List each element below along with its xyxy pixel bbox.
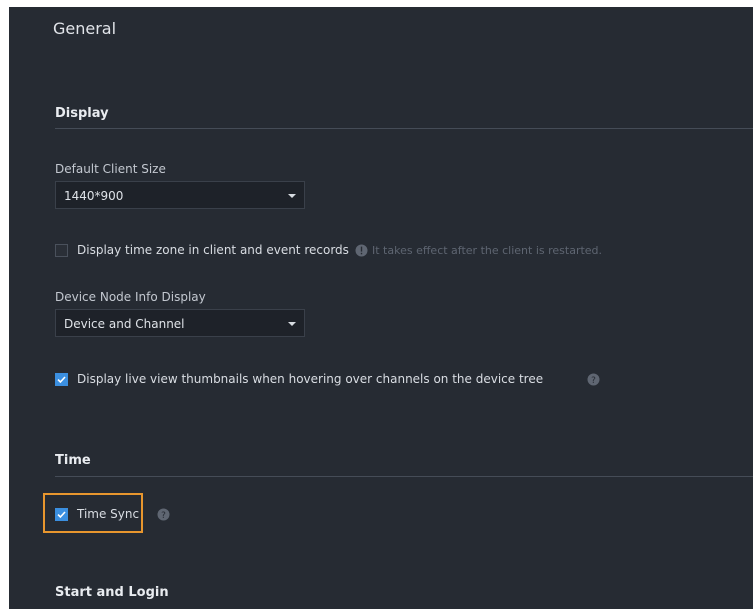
- chevron-down-icon: [288, 194, 296, 198]
- svg-text:?: ?: [161, 511, 166, 521]
- device-node-info-label: Device Node Info Display: [55, 290, 206, 304]
- time-sync-checkbox[interactable]: [55, 508, 68, 521]
- device-node-info-value: Device and Channel: [64, 317, 185, 331]
- time-sync-label[interactable]: Time Sync: [77, 507, 139, 521]
- info-icon: [355, 244, 368, 257]
- section-title-display: Display: [55, 106, 109, 121]
- check-icon: [57, 511, 66, 519]
- thumbnails-label[interactable]: Display live view thumbnails when hoveri…: [77, 372, 543, 386]
- check-icon: [57, 376, 66, 384]
- section-title-start-login: Start and Login: [55, 585, 169, 600]
- help-icon[interactable]: ?: [157, 508, 170, 521]
- time-zone-checkbox[interactable]: [55, 244, 68, 257]
- chevron-down-icon: [288, 322, 296, 326]
- device-node-info-select[interactable]: Device and Channel: [55, 309, 305, 337]
- section-divider-display: [55, 128, 753, 129]
- restart-hint-text: It takes effect after the client is rest…: [372, 244, 603, 257]
- page-title: General: [53, 19, 117, 38]
- default-client-size-value: 1440*900: [64, 189, 124, 203]
- time-zone-label[interactable]: Display time zone in client and event re…: [77, 243, 349, 257]
- settings-panel: General Display Default Client Size 1440…: [9, 7, 753, 609]
- help-icon[interactable]: ?: [587, 373, 600, 386]
- section-divider-time: [55, 476, 753, 477]
- default-client-size-select[interactable]: 1440*900: [55, 181, 305, 209]
- default-client-size-label: Default Client Size: [55, 162, 166, 176]
- svg-text:?: ?: [591, 376, 596, 386]
- thumbnails-checkbox[interactable]: [55, 373, 68, 386]
- section-title-time: Time: [55, 453, 91, 468]
